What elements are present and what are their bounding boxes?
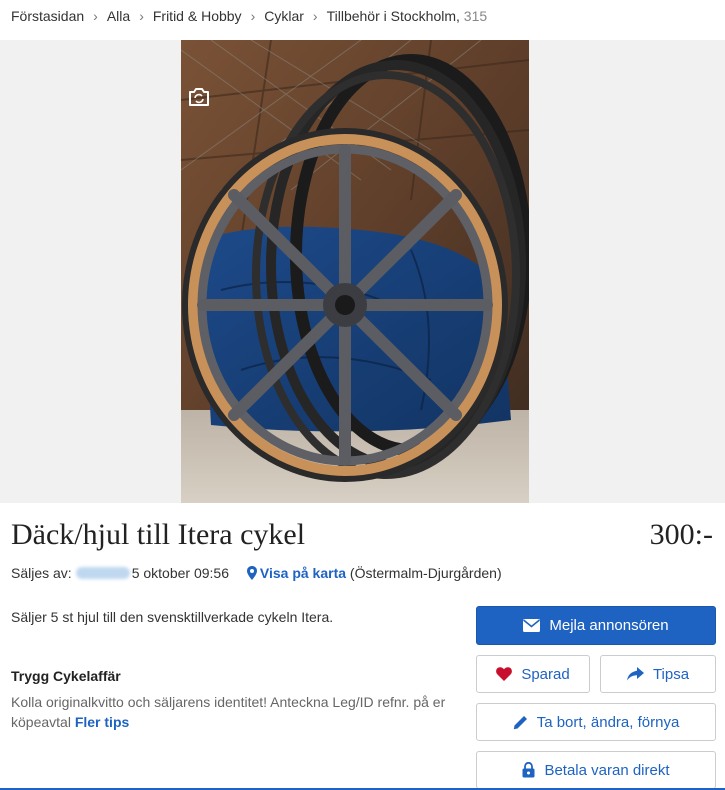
seller-name-blurred[interactable]: [75, 567, 130, 579]
map-pin-icon: [246, 566, 257, 580]
breadcrumb-count: 315: [463, 8, 488, 24]
pencil-icon: [513, 715, 527, 729]
seller-prefix: Säljes av:: [11, 565, 72, 581]
map-link-label: Visa på karta: [259, 565, 347, 581]
edit-listing-label: Ta bort, ändra, förnya: [536, 713, 680, 731]
saved-button[interactable]: Sparad: [476, 655, 590, 693]
listing-price: 300:-: [649, 518, 713, 551]
breadcrumb-all[interactable]: Alla: [107, 8, 130, 24]
camera-rotate-icon[interactable]: [187, 87, 211, 107]
listing-photo[interactable]: [181, 40, 529, 503]
secure-payment-icon: [522, 762, 535, 778]
email-seller-button[interactable]: Mejla annonsören: [476, 606, 716, 645]
safety-title: Trygg Cykelaffär: [11, 668, 121, 684]
heart-icon: [496, 667, 513, 681]
more-tips-link[interactable]: Fler tips: [75, 714, 129, 730]
edit-listing-button[interactable]: Ta bort, ändra, förnya: [476, 703, 716, 741]
share-arrow-icon: [626, 667, 644, 681]
breadcrumb-separator: ›: [93, 8, 98, 24]
envelope-icon: [523, 619, 541, 632]
saved-label: Sparad: [521, 665, 570, 683]
breadcrumb: Förstasidan › Alla › Fritid & Hobby › Cyklar › T…: [11, 8, 487, 24]
pay-directly-button[interactable]: Betala varan direkt: [476, 751, 716, 789]
bicycle-wheel-photo: [181, 40, 529, 503]
listing-date: 5 oktober 09:56: [131, 565, 229, 581]
listing-location: (Östermalm-Djurgården): [349, 565, 502, 581]
listing-description: Säljer 5 st hjul till den svensktillverk…: [11, 609, 334, 625]
image-gallery: [0, 40, 725, 503]
breadcrumb-bikes[interactable]: Cyklar: [264, 8, 304, 24]
breadcrumb-separator: ›: [139, 8, 144, 24]
listing-title: Däck/hjul till Itera cykel: [11, 518, 306, 551]
pay-directly-label: Betala varan direkt: [544, 761, 670, 779]
share-button[interactable]: Tipsa: [600, 655, 716, 693]
breadcrumb-accessories[interactable]: Tillbehör i Stockholm: [327, 8, 456, 24]
breadcrumb-separator: ›: [250, 8, 256, 24]
listing-meta: Säljes av: 5 oktober 09:56 Visa på karta …: [11, 565, 502, 581]
safety-text: Kolla originalkvitto och säljarens ident…: [11, 692, 456, 732]
breadcrumb-separator: ›: [312, 8, 318, 24]
breadcrumb-hobby[interactable]: Fritid & Hobby: [153, 8, 242, 24]
email-seller-label: Mejla annonsören: [549, 617, 669, 634]
breadcrumb-comma: ,: [456, 8, 464, 24]
share-label: Tipsa: [652, 665, 690, 683]
breadcrumb-home[interactable]: Förstasidan: [11, 8, 84, 24]
map-link[interactable]: Visa på karta: [246, 565, 347, 581]
